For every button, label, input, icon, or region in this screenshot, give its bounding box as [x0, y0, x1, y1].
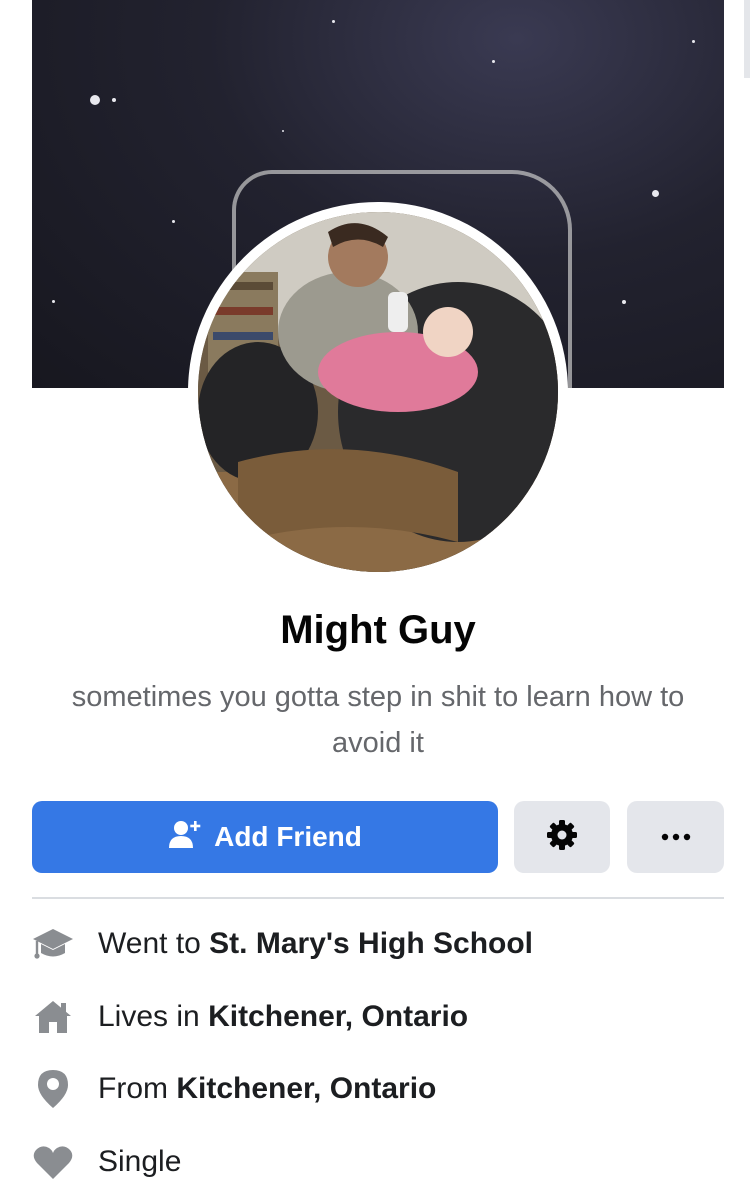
intro-item-residence[interactable]: Lives in Kitchener, Ontario	[32, 992, 724, 1042]
intro-item-education[interactable]: Went to St. Mary's High School	[32, 919, 724, 969]
profile-picture[interactable]	[198, 212, 558, 572]
more-options-button[interactable]	[627, 801, 724, 873]
ellipsis-icon	[661, 828, 691, 846]
profile-bio: sometimes you gotta step in shit to lear…	[71, 681, 685, 759]
heart-icon	[32, 1141, 74, 1183]
settings-button[interactable]	[514, 801, 610, 873]
intro-hometown-prefix: From	[98, 1072, 177, 1105]
intro-item-relationship[interactable]: Single	[32, 1137, 724, 1187]
page-edge	[724, 0, 756, 388]
profile-photo-illustration	[198, 212, 558, 572]
intro-hometown-value[interactable]: Kitchener, Ontario	[176, 1072, 436, 1105]
intro-item-hometown[interactable]: From Kitchener, Ontario	[32, 1064, 724, 1114]
add-friend-button[interactable]: Add Friend	[32, 801, 498, 873]
graduation-cap-icon	[32, 923, 74, 965]
add-friend-label: Add Friend	[214, 821, 362, 852]
intro-education-value[interactable]: St. Mary's High School	[209, 927, 533, 960]
profile-name: Might Guy	[280, 608, 476, 652]
home-icon	[32, 996, 74, 1038]
gear-icon	[545, 818, 579, 857]
add-person-icon	[168, 817, 202, 858]
section-divider	[32, 897, 724, 899]
location-pin-icon	[32, 1068, 74, 1110]
intro-education-prefix: Went to	[98, 927, 210, 960]
intro-residence-prefix: Lives in	[98, 1000, 209, 1033]
intro-residence-value[interactable]: Kitchener, Ontario	[208, 1000, 468, 1033]
intro-relationship-value: Single	[98, 1145, 182, 1178]
